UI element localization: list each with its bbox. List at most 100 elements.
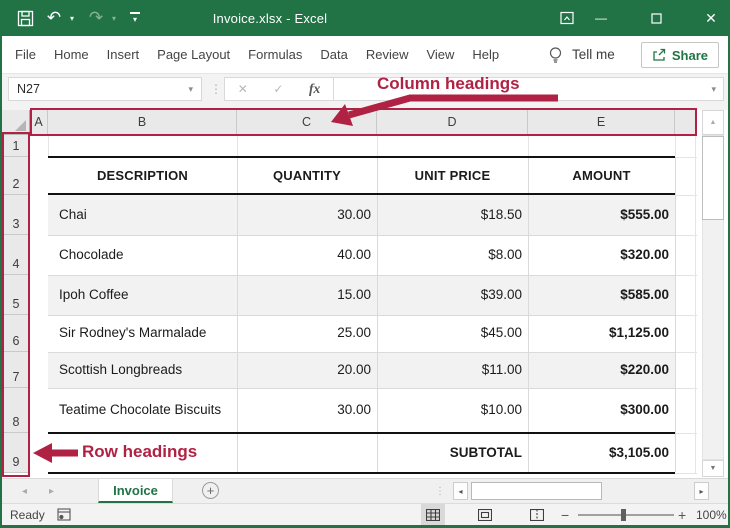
tab-home[interactable]: Home	[45, 36, 98, 73]
cell-C6[interactable]: 25.00	[237, 315, 377, 352]
column-heading-A[interactable]: A	[30, 110, 48, 135]
cell-C8[interactable]: 30.00	[237, 388, 377, 433]
cell-E9[interactable]: $3,105.00	[528, 433, 675, 473]
scroll-up-icon[interactable]: ▲	[702, 110, 724, 135]
cell-E5[interactable]: $585.00	[528, 275, 675, 315]
gridline	[675, 135, 676, 156]
cell-D9[interactable]: SUBTOTAL	[377, 433, 528, 473]
row-heading-6[interactable]: 6	[2, 315, 30, 352]
sheet-nav-right-icon[interactable]: ▸	[49, 479, 54, 503]
zoom-slider-thumb[interactable]	[621, 509, 626, 521]
name-box[interactable]: N27 ▾	[8, 77, 202, 101]
insert-function-icon[interactable]: fx	[309, 81, 320, 97]
enter-icon[interactable]: ✓	[273, 82, 283, 96]
column-heading-partial[interactable]	[675, 110, 697, 135]
cell-E7[interactable]: $220.00	[528, 352, 675, 388]
column-heading-B[interactable]: B	[48, 110, 237, 135]
gridline	[675, 433, 697, 434]
cell-B4[interactable]: Chocolade	[48, 235, 237, 275]
cell-B3[interactable]: Chai	[48, 195, 237, 235]
tab-view[interactable]: View	[417, 36, 463, 73]
cell-C5[interactable]: 15.00	[237, 275, 377, 315]
cell-B6[interactable]: Sir Rodney's Marmalade	[48, 315, 237, 352]
formula-bar-expand-icon[interactable]: ▾	[711, 84, 723, 95]
tab-insert[interactable]: Insert	[98, 36, 149, 73]
page-break-preview-button[interactable]	[525, 504, 549, 525]
page-layout-view-button[interactable]	[473, 504, 497, 525]
cell-E6[interactable]: $1,125.00	[528, 315, 675, 352]
cell-C3[interactable]: 30.00	[237, 195, 377, 235]
gridline	[675, 315, 697, 316]
hscroll-left-icon[interactable]: ◂	[453, 482, 468, 500]
undo-icon[interactable]: ↶	[44, 0, 64, 36]
zoom-out-button[interactable]: −	[561, 504, 569, 525]
tab-formulas[interactable]: Formulas	[239, 36, 311, 73]
macro-record-icon[interactable]	[57, 504, 71, 525]
row-heading-1[interactable]: 1	[2, 135, 30, 157]
cell-D6[interactable]: $45.00	[377, 315, 528, 352]
share-button[interactable]: Share	[641, 42, 719, 68]
vertical-scrollbar[interactable]: ▲ ▼	[700, 110, 726, 477]
quick-access-toolbar-customize-icon[interactable]: ▾	[127, 0, 143, 36]
cell-C7[interactable]: 20.00	[237, 352, 377, 388]
vertical-scroll-thumb[interactable]	[702, 136, 724, 220]
name-box-dropdown-icon[interactable]: ▾	[188, 84, 201, 95]
table-header-border	[48, 193, 675, 196]
zoom-in-button[interactable]: +	[678, 504, 686, 525]
cell-C9[interactable]	[237, 433, 377, 473]
undo-dropdown-icon[interactable]: ▾	[66, 0, 78, 36]
cell-B2[interactable]: DESCRIPTION	[48, 157, 237, 195]
gridline	[675, 157, 697, 158]
close-button[interactable]: ✕	[700, 0, 722, 36]
select-all-button[interactable]	[2, 110, 30, 135]
cell-D3[interactable]: $18.50	[377, 195, 528, 235]
tab-page-layout[interactable]: Page Layout	[148, 36, 239, 73]
cell-D8[interactable]: $10.00	[377, 388, 528, 433]
row-heading-5[interactable]: 5	[2, 275, 30, 315]
cell-E4[interactable]: $320.00	[528, 235, 675, 275]
hscroll-right-icon[interactable]: ▸	[694, 482, 709, 500]
column-heading-E[interactable]: E	[528, 110, 675, 135]
cell-D5[interactable]: $39.00	[377, 275, 528, 315]
cell-C4[interactable]: 40.00	[237, 235, 377, 275]
horizontal-scroll-thumb[interactable]	[471, 482, 602, 500]
column-heading-C[interactable]: C	[237, 110, 377, 135]
normal-view-button[interactable]	[421, 504, 445, 525]
status-ready-label: Ready	[10, 504, 45, 525]
tell-me[interactable]: Tell me	[548, 36, 615, 73]
tab-file[interactable]: File	[6, 36, 45, 73]
sheet-nav-left-icon[interactable]: ◂	[22, 479, 27, 503]
cell-D4[interactable]: $8.00	[377, 235, 528, 275]
row-heading-8[interactable]: 8	[2, 388, 30, 433]
tab-review[interactable]: Review	[357, 36, 418, 73]
zoom-level[interactable]: 100%	[696, 504, 727, 525]
cell-B5[interactable]: Ipoh Coffee	[48, 275, 237, 315]
column-heading-D[interactable]: D	[377, 110, 528, 135]
new-sheet-button[interactable]: +	[202, 482, 219, 499]
row-heading-7[interactable]: 7	[2, 352, 30, 388]
row-heading-4[interactable]: 4	[2, 235, 30, 275]
tab-help[interactable]: Help	[463, 36, 508, 73]
cell-B8[interactable]: Teatime Chocolate Biscuits	[48, 388, 237, 433]
sheet-tab-invoice[interactable]: Invoice	[98, 479, 173, 503]
row-heading-9[interactable]: 9	[2, 433, 30, 473]
cell-D7[interactable]: $11.00	[377, 352, 528, 388]
cell-D2[interactable]: UNIT PRICE	[377, 157, 528, 195]
tab-data[interactable]: Data	[311, 36, 356, 73]
save-icon[interactable]	[14, 0, 36, 36]
cell-C2[interactable]: QUANTITY	[237, 157, 377, 195]
table-bottom-border	[48, 472, 675, 475]
zoom-slider-track[interactable]	[578, 514, 674, 516]
scroll-down-icon[interactable]: ▼	[702, 460, 724, 477]
row-heading-2[interactable]: 2	[2, 157, 30, 195]
cell-E2[interactable]: AMOUNT	[528, 157, 675, 195]
cancel-icon[interactable]: ✕	[238, 82, 248, 96]
cell-E3[interactable]: $555.00	[528, 195, 675, 235]
window-title: Invoice.xlsx - Excel	[165, 0, 375, 36]
minimize-button[interactable]: —	[590, 0, 612, 36]
ribbon-display-options-icon[interactable]	[556, 0, 578, 36]
row-heading-3[interactable]: 3	[2, 195, 30, 235]
maximize-button[interactable]	[645, 0, 667, 36]
cell-E8[interactable]: $300.00	[528, 388, 675, 433]
cell-B7[interactable]: Scottish Longbreads	[48, 352, 237, 388]
